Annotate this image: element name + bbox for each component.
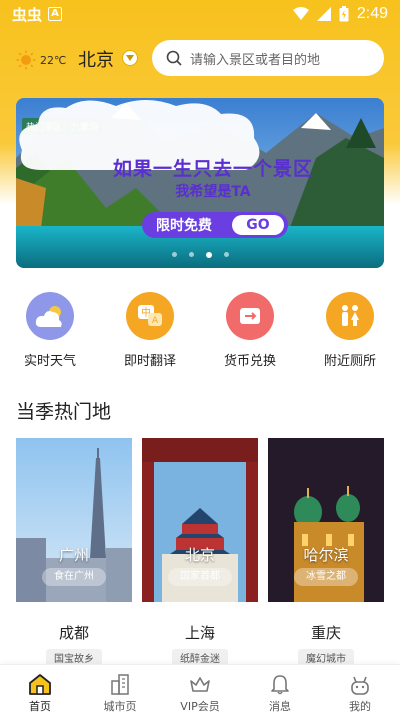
tab-label: 消息 [269, 700, 291, 713]
city-item-shanghai[interactable]: 上海 纸醉金迷 [142, 622, 258, 666]
toilet-icon [326, 292, 374, 340]
carousel-indicator [16, 252, 384, 258]
featured-cities: 广州 食在广州 北京 国家首都 哈尔滨 冰雪之都 [16, 438, 384, 602]
carousel-dot[interactable] [188, 252, 194, 257]
header: 22℃ 北京 请输入景区或者目的地 [0, 40, 400, 80]
tab-label: VIP会员 [180, 700, 220, 713]
banner-subtitle: 我希望是TA [175, 184, 251, 200]
section-title: 当季热门地 [16, 401, 112, 423]
chevron-down-icon[interactable] [122, 50, 138, 66]
city-item-name: 上海 [184, 624, 215, 642]
city-card-tag: 冰雪之都 [294, 568, 358, 586]
status-bar: 虫虫 A 2:49 [0, 0, 400, 28]
free-trial-label: 限时免费 [156, 218, 212, 234]
quick-actions: 实时天气 中 A 即时翻译 货币兑换 附近厕所 [0, 292, 400, 372]
city-item-name: 重庆 [310, 624, 341, 642]
city-card-harbin[interactable]: 哈尔滨 冰雪之都 [268, 438, 384, 602]
svg-text:A: A [152, 316, 159, 326]
translate-icon: 中 A [126, 292, 174, 340]
tab-messages[interactable]: 消息 [240, 665, 320, 720]
crown-icon [190, 677, 210, 692]
search-input[interactable]: 请输入景区或者目的地 [152, 40, 384, 76]
more-cities: 成都 国宝故乡 上海 纸醉金迷 重庆 魔幻城市 [16, 622, 384, 666]
quick-action-label: 实时天气 [23, 354, 76, 369]
city-card-guangzhou[interactable]: 广州 食在广州 [16, 438, 132, 602]
city-card-tag: 食在广州 [42, 568, 106, 586]
tab-label: 我的 [349, 700, 371, 713]
quick-action-currency[interactable]: 货币兑换 [200, 292, 300, 372]
city-selector[interactable]: 北京 [78, 46, 114, 72]
city-card-name: 哈尔滨 [303, 546, 349, 564]
bottom-tab-bar: 首页 城市页 VIP会员 消息 我的 [0, 664, 400, 720]
search-icon [166, 50, 182, 66]
signal-icon [316, 7, 331, 21]
city-icon [111, 674, 129, 695]
quick-action-label: 即时翻译 [123, 354, 176, 369]
notification-badge: A [48, 7, 63, 21]
weather-widget[interactable]: 22℃ [16, 50, 66, 70]
tab-label: 首页 [29, 700, 51, 713]
battery-icon [339, 6, 349, 22]
status-time: 2:49 [356, 5, 388, 22]
profile-icon [351, 676, 369, 695]
tab-city[interactable]: 城市页 [80, 665, 160, 720]
tab-profile[interactable]: 我的 [320, 665, 400, 720]
go-button[interactable]: GO [232, 215, 284, 235]
quick-action-toilet[interactable]: 附近厕所 [300, 292, 400, 372]
city-item-chongqing[interactable]: 重庆 魔幻城市 [268, 622, 384, 666]
tab-vip[interactable]: VIP会员 [160, 665, 240, 720]
home-icon [29, 674, 51, 695]
quick-action-weather[interactable]: 实时天气 [0, 292, 100, 372]
city-item-chengdu[interactable]: 成都 国宝故乡 [16, 622, 132, 666]
quick-action-translate[interactable]: 中 A 即时翻译 [100, 292, 200, 372]
weather-icon [26, 292, 74, 340]
sun-icon [16, 50, 36, 70]
quick-action-label: 附近厕所 [323, 354, 376, 369]
quick-action-label: 货币兑换 [223, 354, 276, 369]
app-notification-glyphs: 虫虫 [12, 5, 43, 24]
banner-title: 如果一生只去一个景区 [112, 158, 313, 180]
carousel-dot[interactable] [171, 252, 177, 257]
currency-icon [226, 292, 274, 340]
temperature: 22℃ [40, 53, 67, 67]
free-trial-button[interactable]: 限时免费 GO [142, 212, 288, 238]
search-placeholder: 请输入景区或者目的地 [190, 52, 321, 68]
wifi-icon [292, 7, 309, 20]
city-card-beijing[interactable]: 北京 国家首都 [142, 438, 258, 602]
bell-icon [271, 675, 289, 695]
tab-label: 城市页 [103, 700, 137, 713]
carousel-dot[interactable] [223, 252, 229, 257]
tab-home[interactable]: 首页 [0, 665, 80, 720]
city-card-name: 广州 [58, 546, 89, 564]
city-item-name: 成都 [58, 624, 89, 642]
city-card-name: 北京 [184, 546, 215, 564]
city-card-tag: 国家首都 [168, 568, 232, 586]
promo-banner[interactable]: 热门景区：九寨沟 如果一生只去一个景区 我希望是TA 限时免费 GO [16, 98, 384, 268]
carousel-dot[interactable] [205, 252, 212, 258]
